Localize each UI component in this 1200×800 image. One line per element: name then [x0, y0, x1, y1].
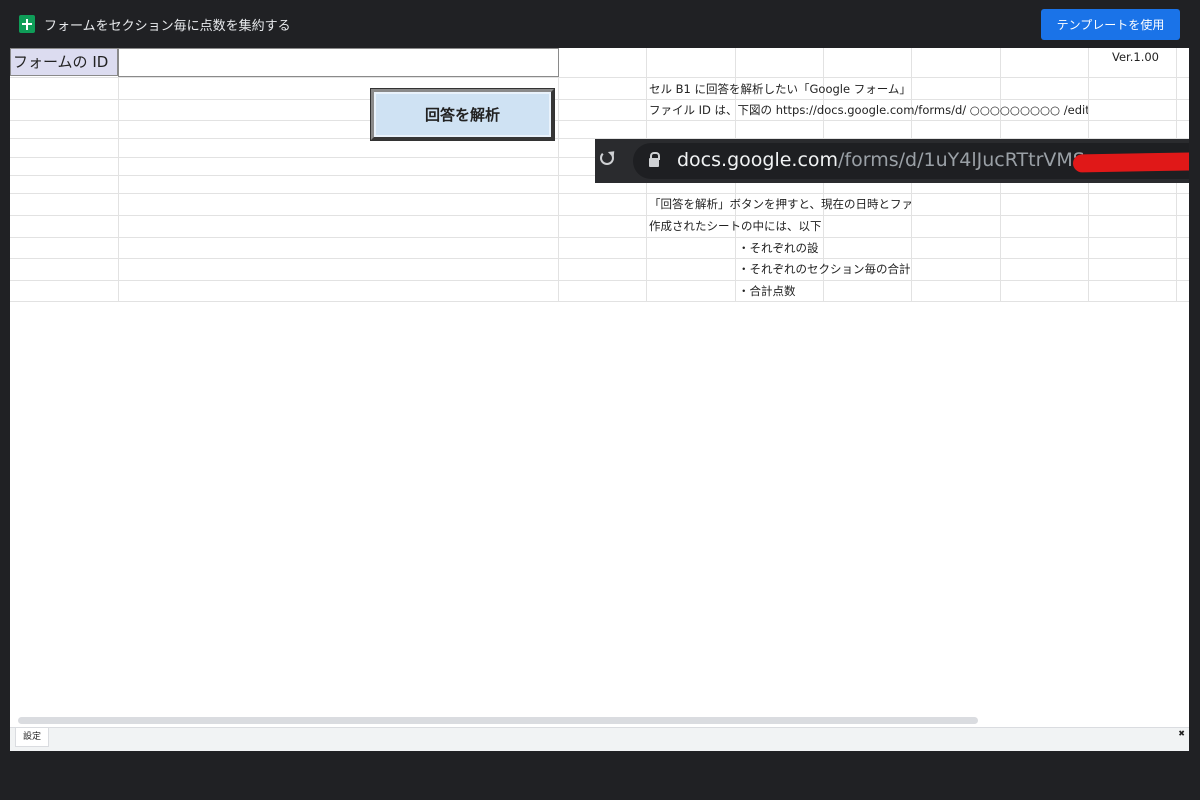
- tab-settings[interactable]: 設定: [15, 728, 50, 747]
- bullet-item-1: ・それぞれの設: [738, 241, 819, 255]
- version-label: Ver.1.00: [1112, 50, 1159, 64]
- url-screenshot-image: docs.google.com/forms/d/1uY4lJucRTtrVMS: [595, 139, 1189, 183]
- grid-line: [10, 193, 1189, 194]
- document-title: フォームをセクション毎に点数を集約する: [44, 19, 291, 34]
- use-template-button[interactable]: テンプレートを使用: [1041, 9, 1180, 40]
- sheet-tab-bar: 設定 ✖: [10, 727, 1189, 751]
- grid-line: [10, 237, 1189, 238]
- grid-line: [10, 280, 1189, 281]
- lock-icon: [649, 152, 660, 167]
- form-id-input[interactable]: [118, 48, 559, 77]
- spreadsheet-grid: フォームの ID Ver.1.00 セル B1 に回答を解析したい「Google…: [10, 48, 1189, 751]
- grid-line: [10, 77, 1189, 78]
- url-path: /forms/d/1uY4lJucRTtrVMS: [838, 149, 1085, 171]
- instruction-line-4: 作成されたシートの中には、以下: [649, 219, 822, 233]
- grid-line: [10, 301, 1189, 302]
- grid-line: [10, 258, 1189, 259]
- address-bar: docs.google.com/forms/d/1uY4lJucRTtrVMS: [633, 143, 1189, 179]
- top-bar: フォームをセクション毎に点数を集約する テンプレートを使用: [0, 0, 1200, 48]
- sheets-logo-icon: [19, 15, 35, 33]
- instruction-line-1: セル B1 に回答を解析したい「Google フォーム」: [649, 82, 911, 96]
- instruction-line-2: ファイル ID は、下図の https://docs.google.com/fo…: [649, 103, 1088, 117]
- reload-icon: [600, 151, 614, 165]
- url-text: docs.google.com/forms/d/1uY4lJucRTtrVMS: [677, 149, 1085, 171]
- bullet-item-3: ・合計点数: [738, 284, 796, 298]
- instruction-line-3: 「回答を解析」ボタンを押すと、現在の日時とファ: [649, 197, 911, 211]
- grid-line: [10, 215, 1189, 216]
- form-id-label: フォームの ID: [10, 48, 118, 76]
- horizontal-scrollbar[interactable]: [18, 717, 978, 724]
- grid-line: [10, 120, 1189, 121]
- close-icon[interactable]: ✖: [1178, 729, 1185, 738]
- analyze-responses-button[interactable]: 回答を解析: [371, 89, 554, 140]
- url-domain: docs.google.com: [677, 149, 839, 171]
- bullet-item-2: ・それぞれのセクション毎の合計: [738, 262, 911, 276]
- redaction-mark: [1072, 151, 1189, 173]
- grid-line: [10, 99, 1189, 100]
